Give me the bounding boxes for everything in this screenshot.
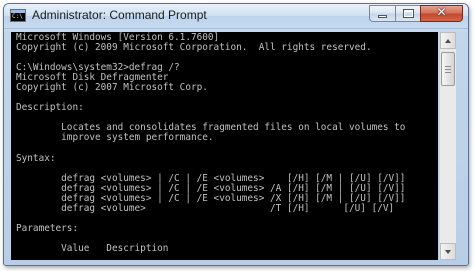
console-line: Copyright (c) 2009 Microsoft Corporation… <box>16 42 372 54</box>
title-bar[interactable]: C:\ Administrator: Command Prompt ✕ <box>4 4 468 29</box>
command-prompt-icon[interactable]: C:\ <box>10 9 26 22</box>
caption-buttons: ✕ <box>369 5 463 22</box>
close-icon: ✕ <box>436 5 447 19</box>
scroll-down-arrow-icon[interactable] <box>440 243 456 260</box>
minimize-button[interactable] <box>369 5 395 22</box>
console-output[interactable]: Microsoft Windows [Version 6.1.7600] Copy… <box>11 32 438 260</box>
scrollbar-thumb[interactable] <box>441 52 455 86</box>
window-title: Administrator: Command Prompt <box>32 8 207 22</box>
command-prompt-window: C:\ Administrator: Command Prompt ✕ Micr… <box>3 3 469 266</box>
console-line: improve system performance. <box>16 132 214 144</box>
console-line: Parameters: <box>16 222 79 234</box>
console-line: Syntax: <box>16 152 56 164</box>
console-line: Value Description <box>16 242 169 254</box>
scroll-up-arrow-icon[interactable] <box>440 32 456 49</box>
maximize-icon <box>403 9 414 18</box>
minimize-icon <box>378 15 387 18</box>
vertical-scrollbar[interactable] <box>439 32 456 260</box>
console-line: Copyright (c) 2007 Microsoft Corp. <box>16 82 208 94</box>
console-line: defrag <volume> /T [/H] [/U] [/V] <box>16 202 395 214</box>
console-text: Microsoft Windows [Version 6.1.7600] Copy… <box>16 32 405 254</box>
maximize-button[interactable] <box>395 5 420 22</box>
close-button[interactable]: ✕ <box>420 5 463 22</box>
console-line: Description: <box>16 102 84 114</box>
